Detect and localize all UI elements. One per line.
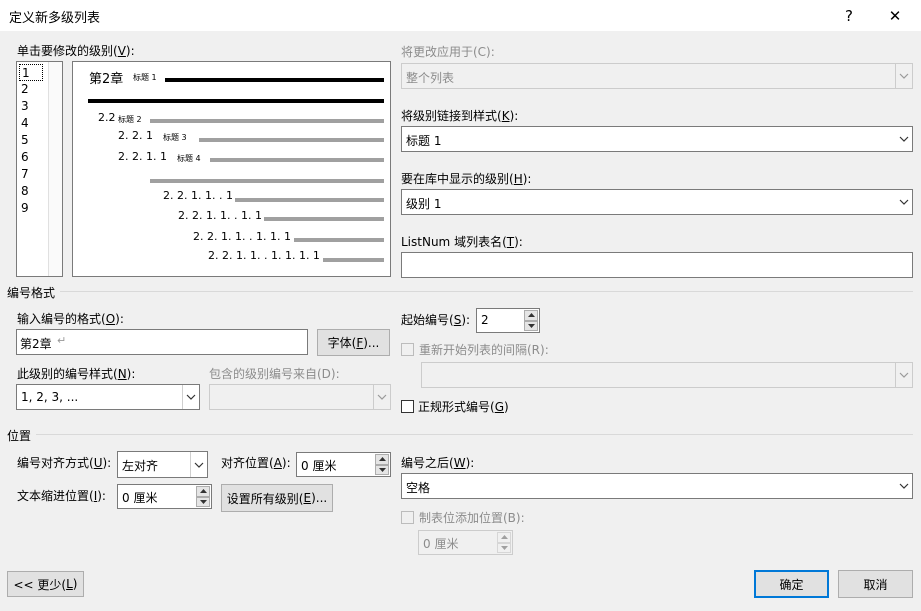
chevron-down-icon — [895, 363, 912, 387]
preview-level4-style: 标题 4 — [177, 154, 201, 163]
spin-down-button[interactable] — [497, 542, 511, 553]
ok-button[interactable]: 确定 — [754, 570, 829, 598]
level-item-4[interactable]: 4 — [19, 115, 43, 132]
chevron-down-icon — [190, 452, 207, 477]
spin-up-button[interactable] — [497, 532, 511, 543]
preview-level1-line-2 — [88, 99, 384, 103]
preview-level4-line — [210, 158, 384, 162]
spin-up-button[interactable] — [524, 310, 538, 321]
legal-style-checkbox[interactable] — [401, 400, 414, 413]
chevron-down-icon — [895, 474, 912, 498]
preview-level6-number: 2. 2. 1. 1. . 1 — [163, 189, 233, 202]
spin-up-button[interactable] — [375, 454, 389, 465]
position-separator — [36, 434, 913, 435]
aligned-at-spinner[interactable]: 0 厘米 — [296, 452, 391, 477]
set-all-levels-button[interactable]: 设置所有级别(E)... — [221, 484, 333, 512]
preview-level9-number: 2. 2. 1. 1. . 1. 1. 1. 1 — [208, 249, 320, 262]
start-at-spinner[interactable]: 2 — [476, 308, 540, 333]
follow-number-label: 编号之后(W): — [401, 456, 475, 470]
cancel-button[interactable]: 取消 — [838, 570, 913, 598]
gallery-level-dropdown[interactable]: 级别 1 — [401, 189, 913, 215]
level-item-6[interactable]: 6 — [19, 149, 43, 166]
text-indent-spinner[interactable]: 0 厘米 — [117, 484, 212, 509]
level-listbox[interactable]: 1 2 3 4 5 6 7 8 9 — [16, 61, 63, 277]
number-style-dropdown[interactable]: 1, 2, 3, ... — [16, 384, 200, 410]
title-bar — [0, 0, 921, 31]
follow-number-dropdown[interactable]: 空格 — [401, 473, 913, 499]
spin-down-button[interactable] — [375, 464, 389, 475]
start-at-label: 起始编号(S): — [401, 313, 471, 327]
add-tab-stop-label: 制表位添加位置(B): — [419, 511, 525, 525]
window-title: 定义新多级列表 — [9, 11, 101, 26]
preview-level2-style: 标题 2 — [118, 115, 142, 124]
preview-level3-number: 2. 2. 1 — [118, 129, 153, 142]
alignment-label: 编号对齐方式(U): — [17, 456, 112, 470]
level-item-1[interactable]: 1 — [19, 64, 43, 81]
format-label: 输入编号的格式(O): — [17, 312, 124, 326]
chevron-down-icon — [895, 190, 912, 214]
add-tab-stop-checkbox[interactable] — [401, 511, 414, 524]
number-style-label: 此级别的编号样式(N): — [17, 367, 136, 381]
number-format-separator — [60, 291, 913, 292]
gallery-level-label: 要在库中显示的级别(H): — [401, 172, 532, 186]
position-heading: 位置 — [7, 429, 32, 443]
chevron-down-icon — [373, 385, 390, 409]
preview-level7-line — [264, 217, 384, 221]
font-button[interactable]: 字体(F)... — [317, 329, 390, 356]
include-level-label: 包含的级别编号来自(D): — [209, 367, 340, 381]
level-item-7[interactable]: 7 — [19, 166, 43, 183]
listnum-input[interactable] — [401, 252, 913, 278]
legal-style-label: 正规形式编号(G) — [418, 400, 509, 414]
level-preview: 第2章 标题 1 2.2 标题 2 2. 2. 1 标题 3 2. 2. 1. … — [72, 61, 391, 277]
preview-level9-line — [323, 258, 384, 262]
preview-level4-number: 2. 2. 1. 1 — [118, 150, 167, 163]
alignment-dropdown[interactable]: 左对齐 — [117, 451, 208, 478]
preview-level1-style: 标题 1 — [133, 73, 157, 82]
spin-down-button[interactable] — [196, 496, 210, 507]
level-item-9[interactable]: 9 — [19, 200, 43, 217]
paragraph-mark-icon: ↵ — [57, 334, 67, 347]
help-button[interactable]: ? — [826, 0, 872, 31]
restart-list-dropdown[interactable] — [421, 362, 913, 388]
preview-level3-style: 标题 3 — [163, 133, 187, 142]
chevron-down-icon — [895, 127, 912, 151]
aligned-at-label: 对齐位置(A): — [221, 456, 291, 470]
level-listbox-scrollbar[interactable] — [48, 62, 62, 276]
level-item-5[interactable]: 5 — [19, 132, 43, 149]
preview-level8-line — [294, 238, 384, 242]
text-indent-label: 文本缩进位置(I): — [17, 489, 106, 503]
help-icon: ? — [845, 6, 853, 25]
include-level-dropdown[interactable] — [209, 384, 391, 410]
preview-level1-number: 第2章 — [89, 72, 124, 87]
preview-level2-line — [150, 119, 384, 123]
listnum-label: ListNum 域列表名(T): — [401, 235, 523, 249]
apply-to-label: 将更改应用于(C): — [401, 45, 495, 59]
number-format-input[interactable]: 第2章 ↵ — [16, 329, 308, 355]
chevron-down-icon — [182, 385, 199, 409]
link-style-dropdown[interactable]: 标题 1 — [401, 126, 913, 152]
levels-label: 单击要修改的级别(V): — [17, 44, 135, 58]
tab-stop-spinner[interactable]: 0 厘米 — [418, 530, 513, 555]
restart-list-label: 重新开始列表的间隔(R): — [419, 343, 549, 357]
preview-level3-line — [199, 138, 384, 142]
preview-level8-number: 2. 2. 1. 1. . 1. 1. 1 — [193, 230, 291, 243]
preview-level5-line — [150, 179, 384, 183]
preview-level7-number: 2. 2. 1. 1. . 1. 1 — [178, 209, 262, 222]
preview-level2-number: 2.2 — [98, 111, 116, 124]
link-style-label: 将级别链接到样式(K): — [401, 109, 519, 123]
preview-level1-line — [165, 78, 384, 82]
less-button[interactable]: << 更少(L) — [7, 571, 84, 597]
level-item-2[interactable]: 2 — [19, 81, 43, 98]
spin-up-button[interactable] — [196, 486, 210, 497]
close-button[interactable]: ✕ — [872, 0, 918, 31]
level-item-3[interactable]: 3 — [19, 98, 43, 115]
close-icon: ✕ — [888, 6, 902, 25]
chevron-down-icon — [895, 64, 912, 88]
preview-level6-line — [235, 198, 384, 202]
apply-to-dropdown[interactable]: 整个列表 — [401, 63, 913, 89]
number-format-heading: 编号格式 — [7, 286, 56, 300]
restart-list-checkbox[interactable] — [401, 343, 414, 356]
level-item-8[interactable]: 8 — [19, 183, 43, 200]
spin-down-button[interactable] — [524, 320, 538, 331]
